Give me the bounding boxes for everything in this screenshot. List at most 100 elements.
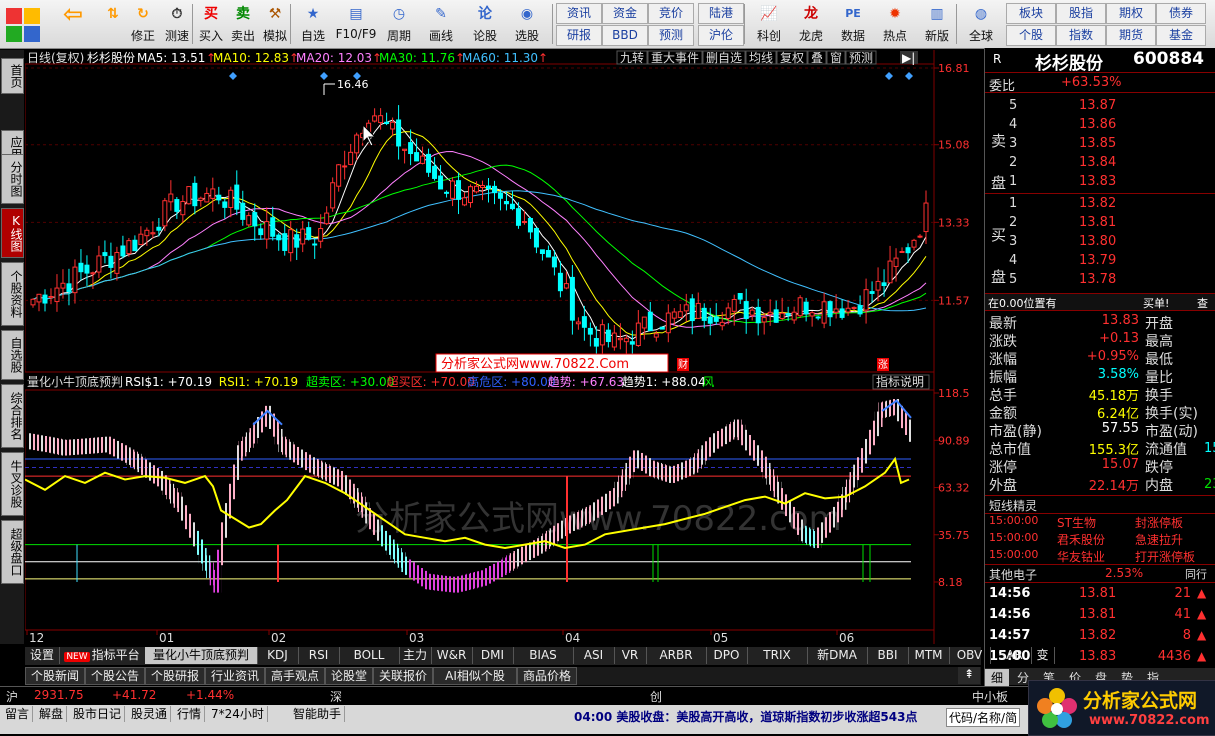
f10-button[interactable]: ▤ F10/F9	[334, 2, 378, 46]
sell-price-3[interactable]: 13.85	[1079, 136, 1116, 151]
info-tab-8[interactable]: 商品价格	[517, 667, 577, 685]
xinban-button[interactable]: ▥ 新版	[920, 2, 954, 46]
chart-next-icon[interactable]: ▶|	[902, 51, 915, 65]
indicator-explain-button[interactable]: 指标说明	[876, 374, 924, 389]
event-diamond-icon[interactable]	[229, 72, 237, 80]
indicator-tab-7[interactable]: 主力	[399, 647, 432, 664]
shuju-button[interactable]: PE 数据	[836, 2, 870, 46]
indicator-tab-19[interactable]: OBV	[949, 647, 991, 664]
nav-ranking[interactable]: 综合排名	[1, 384, 24, 448]
nav-super-quote[interactable]: 超级盘口	[1, 520, 24, 584]
status-tab-5[interactable]: 7*24小时	[208, 706, 268, 722]
info-tab-3[interactable]: 行业资讯	[205, 667, 265, 685]
indicator-tab-8[interactable]: W&R	[431, 647, 473, 664]
news-ticker[interactable]: 04:00 美股收盘：美股高开高收，道琼斯指数初步收涨超543点	[574, 708, 917, 725]
collapse-up-icon[interactable]: ⇞	[958, 667, 980, 684]
chart-button-2[interactable]: 删自选	[706, 51, 742, 65]
indicator-tab-16[interactable]: 新DMA	[807, 647, 868, 664]
indicator-tab-0[interactable]: 设置	[25, 647, 60, 664]
sell-price-5[interactable]: 13.87	[1079, 98, 1116, 113]
indicator-tab-21[interactable]: 变	[1031, 647, 1055, 664]
zixun-button[interactable]: 资讯	[556, 3, 602, 24]
nav-diagnose[interactable]: 牛叉诊股	[1, 452, 24, 516]
indicator-tab-12[interactable]: VR	[614, 647, 647, 664]
draw-button[interactable]: ✎ 画线	[424, 2, 458, 46]
chart-area[interactable]: 日线(复权) 杉杉股份 MA5: 13.51 ↑ MA10: 12.83 ↑ MA20:…	[24, 50, 981, 645]
indicator-tab-20[interactable]: SAR	[990, 647, 1032, 664]
indicator-tab-18[interactable]: MTM	[908, 647, 950, 664]
hulun-button[interactable]: 沪伦	[698, 25, 744, 46]
quanqiu-button[interactable]: ◍ 全球	[964, 2, 998, 46]
indicator-tab-11[interactable]: ASI	[573, 647, 615, 664]
position-query-button[interactable]: 查	[1197, 295, 1208, 311]
info-tab-1[interactable]: 个股公告	[85, 667, 145, 685]
buy-price-2[interactable]: 13.81	[1079, 215, 1116, 230]
jijin-button[interactable]: 基金	[1156, 25, 1206, 46]
code-search-input[interactable]: 代码/名称/简	[946, 708, 1021, 727]
back-button[interactable]: ⇦	[56, 2, 90, 46]
chart-button-5[interactable]: 叠	[811, 51, 823, 65]
nav-home[interactable]: 首页	[1, 58, 24, 94]
gegu-button[interactable]: 个股	[1006, 25, 1056, 46]
nav-watchlist[interactable]: 自选股	[1, 330, 24, 380]
xiuzheng-button[interactable]: ↻ 修正	[126, 2, 160, 46]
buy-button[interactable]: 买买入	[194, 2, 228, 46]
xuangu-button[interactable]: ◉ 选股	[510, 2, 544, 46]
sell-price-4[interactable]: 13.86	[1079, 117, 1116, 132]
buy-price-4[interactable]: 13.79	[1079, 253, 1116, 268]
indicator-tab-13[interactable]: ARBR	[646, 647, 707, 664]
panel-tab-0[interactable]: 细	[985, 669, 1009, 686]
event-diamond-icon[interactable]	[885, 72, 893, 80]
sell-price-1[interactable]: 13.83	[1079, 174, 1116, 189]
bbd-button[interactable]: BBD	[602, 25, 648, 46]
buy-price-3[interactable]: 13.80	[1079, 234, 1116, 249]
guzhi-button[interactable]: 股指	[1056, 3, 1106, 24]
chart-button-7[interactable]: 预测	[849, 51, 873, 65]
status-tab-0[interactable]: 留言	[2, 706, 34, 722]
info-tab-4[interactable]: 高手观点	[265, 667, 325, 685]
kechuang-button[interactable]: 📈 科创	[752, 2, 786, 46]
zhishu-button[interactable]: 指数	[1056, 25, 1106, 46]
jingjia-button[interactable]: 竞价	[648, 3, 694, 24]
up-down-button[interactable]: ⇅	[96, 2, 130, 46]
yuce-button[interactable]: 预测	[648, 25, 694, 46]
indicator-tab-9[interactable]: DMI	[472, 647, 514, 664]
info-tab-5[interactable]: 论股堂	[325, 667, 373, 685]
lugang-button[interactable]: 陆港	[698, 3, 744, 24]
indicator-tab-6[interactable]: BOLL	[339, 647, 400, 664]
indicator-tab-10[interactable]: BIAS	[513, 647, 574, 664]
nav-kline[interactable]: K线图	[1, 208, 24, 258]
nav-stock-info[interactable]: 个股资料	[1, 262, 24, 326]
status-tab-4[interactable]: 行情	[174, 706, 206, 722]
buy-price-1[interactable]: 13.82	[1079, 196, 1116, 211]
indicator-tab-14[interactable]: DPO	[706, 647, 748, 664]
jingling-stock-0[interactable]: ST生物	[1057, 514, 1096, 531]
indicator-tab-2[interactable]: NEW 指标平台	[59, 647, 146, 664]
info-tab-7[interactable]: AI相似个股	[433, 667, 517, 685]
chart-button-1[interactable]: 重大事件	[651, 51, 699, 65]
buy-price-5[interactable]: 13.78	[1079, 272, 1116, 287]
info-tab-2[interactable]: 个股研报	[145, 667, 205, 685]
chart-button-0[interactable]: 九转	[620, 50, 644, 65]
chart-button-3[interactable]: 均线	[749, 51, 773, 65]
status-tab-6[interactable]: 智能助手	[290, 706, 346, 722]
info-tab-0[interactable]: 个股新闻	[25, 667, 85, 685]
indicator-tab-17[interactable]: BBI	[867, 647, 909, 664]
ceshu-button[interactable]: ⏱ 测速	[160, 2, 194, 46]
indicator-tab-15[interactable]: TRIX	[747, 647, 808, 664]
chart-button-6[interactable]: 窗	[830, 51, 842, 65]
qiquan-button[interactable]: 期权	[1106, 3, 1156, 24]
indicator-tab-4[interactable]: KDJ	[257, 647, 299, 664]
simulate-button[interactable]: ⚒ 模拟	[258, 2, 292, 46]
event-diamond-icon[interactable]	[320, 72, 328, 80]
indicator-tab-3[interactable]: 量化小牛顶底预判	[145, 647, 258, 664]
zijin-button[interactable]: 资金	[602, 3, 648, 24]
bankuai-button[interactable]: 板块	[1006, 3, 1056, 24]
zixuan-button[interactable]: ★ 自选	[296, 2, 330, 46]
status-tab-3[interactable]: 股灵通	[128, 706, 172, 722]
zhaiquan-button[interactable]: 债券	[1156, 3, 1206, 24]
sell-price-2[interactable]: 13.84	[1079, 155, 1116, 170]
lungu-button[interactable]: 论论股	[468, 2, 502, 46]
chart-button-4[interactable]: 复权	[780, 51, 804, 65]
period-button[interactable]: ◷ 周期	[382, 2, 416, 46]
